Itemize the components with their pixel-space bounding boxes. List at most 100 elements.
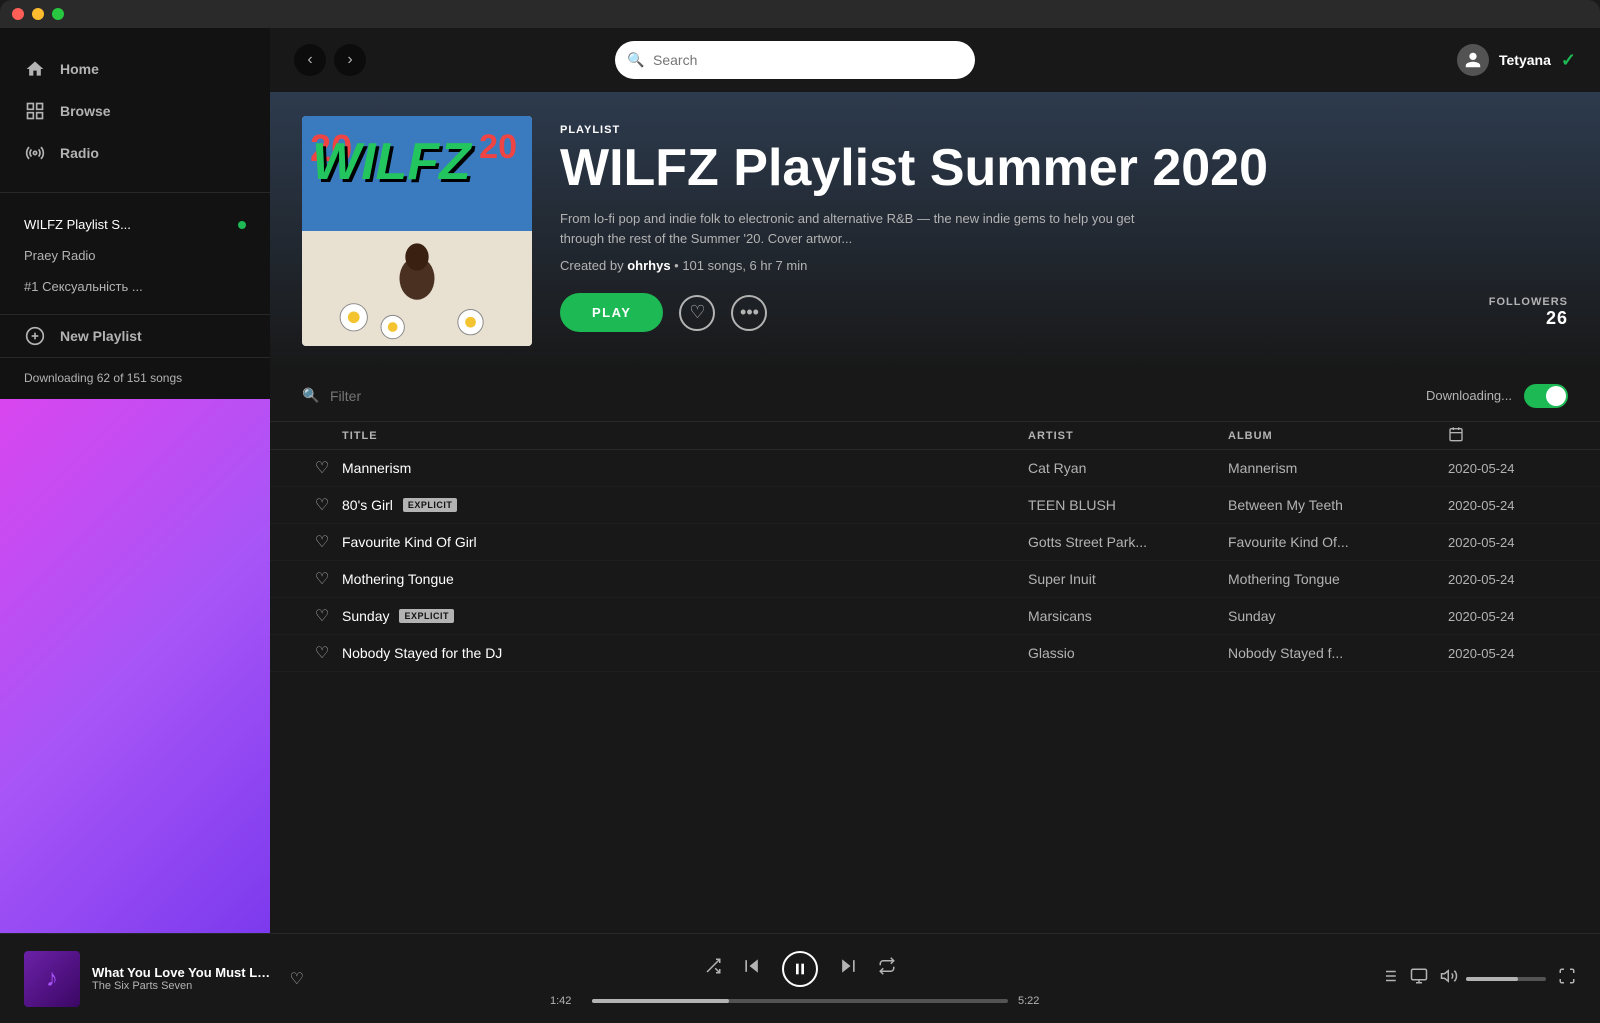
- sidebar: Home Browse: [0, 28, 270, 933]
- repeat-button[interactable]: [878, 957, 896, 980]
- progress-bar-container: 1:42 5:22: [550, 995, 1050, 1007]
- track-row[interactable]: ♡ Favourite Kind Of Girl Gotts Street Pa…: [270, 524, 1600, 561]
- track-album-1: Between My Teeth: [1228, 497, 1448, 513]
- track-rows: ♡ Mannerism Cat Ryan Mannerism 2020-05-2…: [270, 450, 1600, 672]
- track-list-container[interactable]: TITLE ARTIST ALBUM ♡ Mannerism: [270, 422, 1600, 933]
- track-artist-1: TEEN BLUSH: [1028, 497, 1228, 513]
- sidebar-divider-1: [0, 192, 270, 193]
- track-row[interactable]: ♡ Mothering Tongue Super Inuit Mothering…: [270, 561, 1600, 598]
- track-title-1: 80's Girl: [342, 497, 393, 513]
- bottom-player: ♪ What You Love You Must Love Now The Si…: [0, 933, 1600, 1023]
- filter-wrapper: 🔍: [302, 388, 511, 404]
- col-artist-header: ARTIST: [1028, 430, 1228, 442]
- shuffle-button[interactable]: [704, 957, 722, 980]
- track-artist-0: Cat Ryan: [1028, 460, 1228, 476]
- queue-button[interactable]: [1380, 967, 1398, 990]
- more-options-button[interactable]: •••: [731, 295, 767, 331]
- download-status: Downloading 62 of 151 songs: [0, 357, 270, 399]
- track-date-4: 2020-05-24: [1448, 609, 1568, 624]
- track-heart-5[interactable]: ♡: [302, 643, 342, 663]
- search-input[interactable]: [615, 41, 975, 79]
- track-row[interactable]: ♡ Sunday EXPLICIT Marsicans Sunday 2020-…: [270, 598, 1600, 635]
- volume-icon[interactable]: [1440, 967, 1458, 990]
- track-title-3: Mothering Tongue: [342, 571, 454, 587]
- track-heart-4[interactable]: ♡: [302, 606, 342, 626]
- track-album-2: Favourite Kind Of...: [1228, 534, 1448, 550]
- now-playing-info: What You Love You Must Love Now The Six …: [92, 965, 278, 992]
- track-heart-1[interactable]: ♡: [302, 495, 342, 515]
- track-row[interactable]: ♡ Nobody Stayed for the DJ Glassio Nobod…: [270, 635, 1600, 672]
- close-button[interactable]: [12, 8, 24, 20]
- sidebar-item-home[interactable]: Home: [0, 48, 270, 90]
- track-title-cell-0: Mannerism: [342, 460, 1028, 476]
- track-heart-3[interactable]: ♡: [302, 569, 342, 589]
- playlist-description: From lo-fi pop and indie folk to electro…: [560, 209, 1160, 248]
- playlist-item-1[interactable]: Praey Radio: [0, 240, 270, 271]
- cover-20-right: 20: [479, 128, 517, 167]
- minimize-button[interactable]: [32, 8, 44, 20]
- now-playing-art: ♪: [24, 951, 80, 1007]
- col-title-header: TITLE: [342, 430, 1028, 442]
- search-wrapper: 🔍: [615, 41, 975, 79]
- username-label: Tetyana: [1499, 52, 1551, 68]
- followers-info: FOLLOWERS 26: [1489, 296, 1568, 329]
- next-button[interactable]: [838, 956, 858, 981]
- playlist-item-0[interactable]: WILFZ Playlist S...: [0, 209, 270, 240]
- player-center: 1:42 5:22: [304, 951, 1296, 1007]
- browse-label: Browse: [60, 103, 111, 119]
- followers-count: 26: [1489, 308, 1568, 329]
- total-time: 5:22: [1018, 995, 1050, 1007]
- plus-circle-icon: [24, 325, 46, 347]
- like-button[interactable]: ♡: [679, 295, 715, 331]
- sidebar-item-radio[interactable]: Radio: [0, 132, 270, 174]
- volume-track[interactable]: [1466, 977, 1546, 981]
- track-title-cell-1: 80's Girl EXPLICIT: [342, 497, 1028, 513]
- search-bar: 🔍: [615, 41, 975, 79]
- track-title-cell-2: Favourite Kind Of Girl: [342, 534, 1028, 550]
- back-button[interactable]: ‹: [294, 44, 326, 76]
- radio-icon: [24, 142, 46, 164]
- progress-track[interactable]: [592, 999, 1008, 1003]
- playlist-label-0: WILFZ Playlist S...: [24, 217, 131, 232]
- verified-icon: ✓: [1561, 50, 1576, 71]
- playlist-type-label: PLAYLIST: [560, 124, 1568, 136]
- filter-input[interactable]: [302, 388, 511, 404]
- track-row[interactable]: ♡ Mannerism Cat Ryan Mannerism 2020-05-2…: [270, 450, 1600, 487]
- sidebar-item-browse[interactable]: Browse: [0, 90, 270, 132]
- track-row[interactable]: ♡ 80's Girl EXPLICIT TEEN BLUSH Between …: [270, 487, 1600, 524]
- playlist-title: WILFZ Playlist Summer 2020: [560, 140, 1568, 197]
- devices-button[interactable]: [1410, 967, 1428, 990]
- track-album-5: Nobody Stayed f...: [1228, 645, 1448, 661]
- active-indicator: [238, 221, 246, 229]
- search-icon: 🔍: [627, 52, 644, 69]
- volume-control: [1440, 967, 1546, 990]
- track-title-cell-5: Nobody Stayed for the DJ: [342, 645, 1028, 661]
- wilfz-cover-art: 20 WILFZ 20: [302, 116, 532, 346]
- new-playlist-button[interactable]: New Playlist: [0, 314, 270, 357]
- maximize-button[interactable]: [52, 8, 64, 20]
- play-pause-button[interactable]: [782, 951, 818, 987]
- track-album-0: Mannerism: [1228, 460, 1448, 476]
- playlist-label-1: Praey Radio: [24, 248, 96, 263]
- now-playing-title: What You Love You Must Love Now: [92, 965, 278, 980]
- title-bar: [0, 0, 1600, 28]
- previous-button[interactable]: [742, 956, 762, 981]
- track-artist-2: Gotts Street Park...: [1028, 534, 1228, 550]
- download-toggle[interactable]: [1524, 384, 1568, 408]
- forward-button[interactable]: ›: [334, 44, 366, 76]
- player-right: [1296, 967, 1576, 990]
- track-heart-0[interactable]: ♡: [302, 458, 342, 478]
- playlist-item-2[interactable]: #1 Сексуальність ...: [0, 271, 270, 302]
- fullscreen-button[interactable]: [1558, 967, 1576, 990]
- now-playing-heart-button[interactable]: ♡: [290, 969, 304, 989]
- track-artist-5: Glassio: [1028, 645, 1228, 661]
- track-date-1: 2020-05-24: [1448, 498, 1568, 513]
- track-title-2: Favourite Kind Of Girl: [342, 534, 477, 550]
- player-controls: [704, 951, 896, 987]
- explicit-badge-1: EXPLICIT: [403, 498, 458, 512]
- play-button[interactable]: PLAY: [560, 293, 663, 332]
- user-area[interactable]: Tetyana ✓: [1457, 44, 1576, 76]
- playlist-creator: ohrhys: [627, 258, 670, 273]
- track-title-0: Mannerism: [342, 460, 411, 476]
- track-heart-2[interactable]: ♡: [302, 532, 342, 552]
